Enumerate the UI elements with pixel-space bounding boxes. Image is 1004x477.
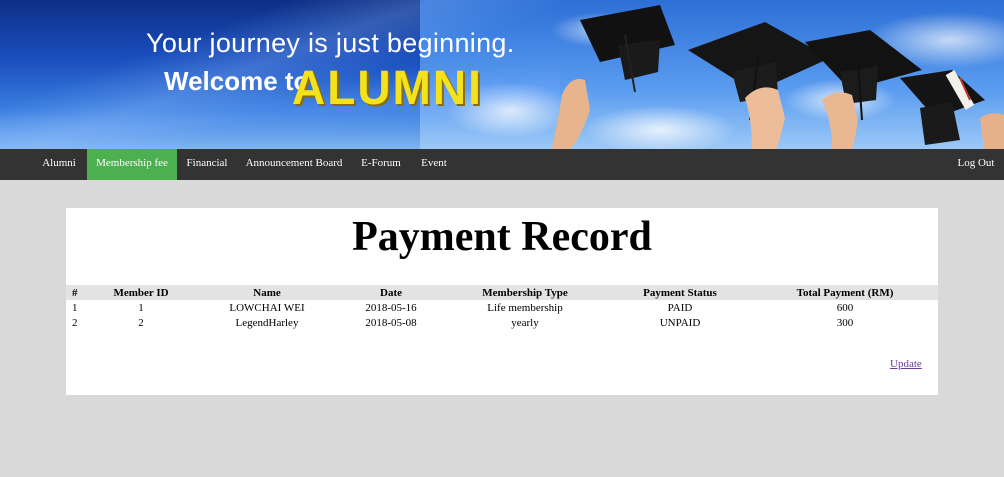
cell-payment-status: UNPAID [659, 316, 701, 329]
cell-payment-status: PAID [667, 301, 693, 314]
banner-brand-logo: ALUMNI [292, 59, 483, 115]
column-header-index: # [66, 285, 88, 300]
banner-welcome-text: Welcome to [164, 66, 310, 96]
column-header-membership-type: Membership Type [442, 285, 608, 300]
page-title: Payment Record [352, 214, 652, 260]
nav-item-financial[interactable]: Financial [182, 149, 232, 180]
cell-total-payment: 300 [836, 316, 854, 329]
nav-item-announcement-board[interactable]: Announcement Board [240, 149, 348, 180]
column-header-date: Date [340, 285, 442, 300]
column-header-payment-status: Payment Status [608, 285, 752, 300]
cell-date: 2018-05-16 [365, 301, 417, 314]
cell-membership-type: yearly [511, 316, 539, 329]
table-row: 1 1 LOWCHAI WEI 2018-05-16 Life membersh… [66, 300, 938, 315]
nav-item-event[interactable]: Event [414, 149, 454, 180]
cell-membership-type: Life membership [487, 301, 563, 314]
banner-tagline: Your journey is just beginning. [146, 28, 515, 58]
logout-link[interactable]: Log Out [948, 149, 1004, 180]
cell-date: 2018-05-08 [365, 316, 417, 329]
cell-index: 2 [72, 316, 78, 329]
table-header-row: # Member ID Name Date Membership Type Pa… [66, 285, 938, 300]
cell-member-id: 1 [138, 301, 144, 314]
nav-item-alumni[interactable]: Alumni [36, 149, 82, 180]
cell-total-payment: 600 [836, 301, 854, 314]
update-link[interactable]: Update [890, 358, 922, 370]
cell-name: LegendHarley [235, 316, 299, 329]
payment-records-table: # Member ID Name Date Membership Type Pa… [66, 285, 938, 330]
column-header-name: Name [194, 285, 340, 300]
table-row: 2 2 LegendHarley 2018-05-08 yearly UNPAI… [66, 315, 938, 330]
nav-item-e-forum[interactable]: E-Forum [356, 149, 406, 180]
header-banner: Your journey is just beginning. Welcome … [0, 0, 1004, 149]
graduation-caps-image [552, 5, 1004, 149]
nav-item-membership-fee[interactable]: Membership fee [87, 149, 177, 180]
cell-index: 1 [72, 301, 78, 314]
column-header-total-payment: Total Payment (RM) [752, 285, 938, 300]
payment-record-panel: Payment Record # Member ID Name Date Mem… [66, 208, 938, 395]
column-header-member-id: Member ID [88, 285, 194, 300]
cell-name: LOWCHAI WEI [229, 301, 305, 314]
cell-member-id: 2 [138, 316, 144, 329]
main-navigation: Alumni Membership fee Financial Announce… [0, 149, 1004, 180]
